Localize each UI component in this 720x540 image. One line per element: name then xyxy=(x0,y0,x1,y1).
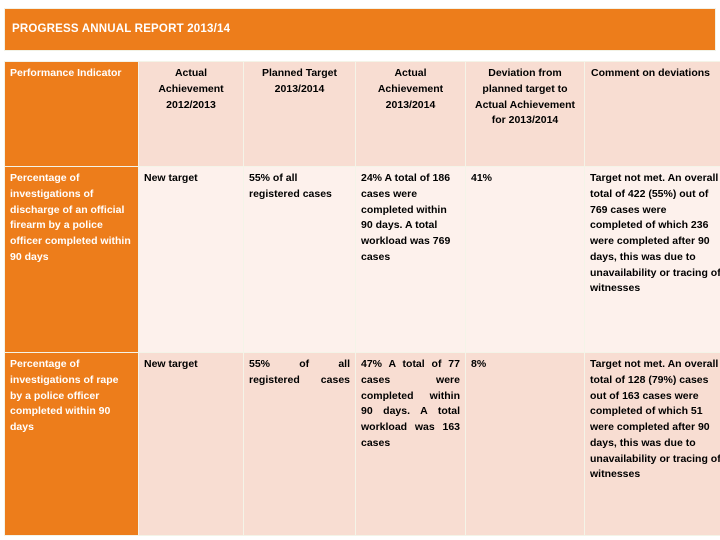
table-header: Performance Indicator Actual Achievement… xyxy=(5,62,720,166)
table-body: Percentage of investigations of discharg… xyxy=(5,167,720,535)
cell-indicator: Percentage of investigations of discharg… xyxy=(5,167,138,352)
cell-planned-target-2013-2014: 55% of all registered cases xyxy=(244,353,355,535)
column-header-actual-achievement-2013-2014: Actual Achievement 2013/2014 xyxy=(356,62,465,166)
cell-actual-achievement-2013-2014: 47% A total of 77 cases were completed w… xyxy=(356,353,465,535)
table-header-row: Performance Indicator Actual Achievement… xyxy=(5,62,720,166)
cell-deviation: 41% xyxy=(466,167,584,352)
column-header-deviation: Deviation from planned target to Actual … xyxy=(466,62,584,166)
cell-indicator: Percentage of investigations of rape by … xyxy=(5,353,138,535)
performance-indicator-table: Performance Indicator Actual Achievement… xyxy=(4,61,720,536)
column-header-performance-indicator: Performance Indicator xyxy=(5,62,138,166)
table-row: Percentage of investigations of rape by … xyxy=(5,353,720,535)
column-header-comment-on-deviations: Comment on deviations xyxy=(585,62,720,166)
slide-canvas: PROGRESS ANNUAL REPORT 2013/14 Performan… xyxy=(0,0,720,540)
cell-comment-on-deviations: Target not met. An overall total of 128 … xyxy=(585,353,720,535)
cell-planned-target-2013-2014: 55% of all registered cases xyxy=(244,167,355,352)
slide-title: PROGRESS ANNUAL REPORT 2013/14 xyxy=(12,23,231,36)
table-row: Percentage of investigations of discharg… xyxy=(5,167,720,352)
cell-actual-achievement-2012-2013: New target xyxy=(139,167,243,352)
slide-title-banner: PROGRESS ANNUAL REPORT 2013/14 xyxy=(4,8,716,51)
column-header-planned-target-2013-2014: Planned Target 2013/2014 xyxy=(244,62,355,166)
cell-actual-achievement-2013-2014: 24% A total of 186 cases were completed … xyxy=(356,167,465,352)
column-header-actual-achievement-2012-2013: Actual Achievement 2012/2013 xyxy=(139,62,243,166)
cell-deviation: 8% xyxy=(466,353,584,535)
cell-comment-on-deviations: Target not met. An overall total of 422 … xyxy=(585,167,720,352)
cell-actual-achievement-2012-2013: New target xyxy=(139,353,243,535)
